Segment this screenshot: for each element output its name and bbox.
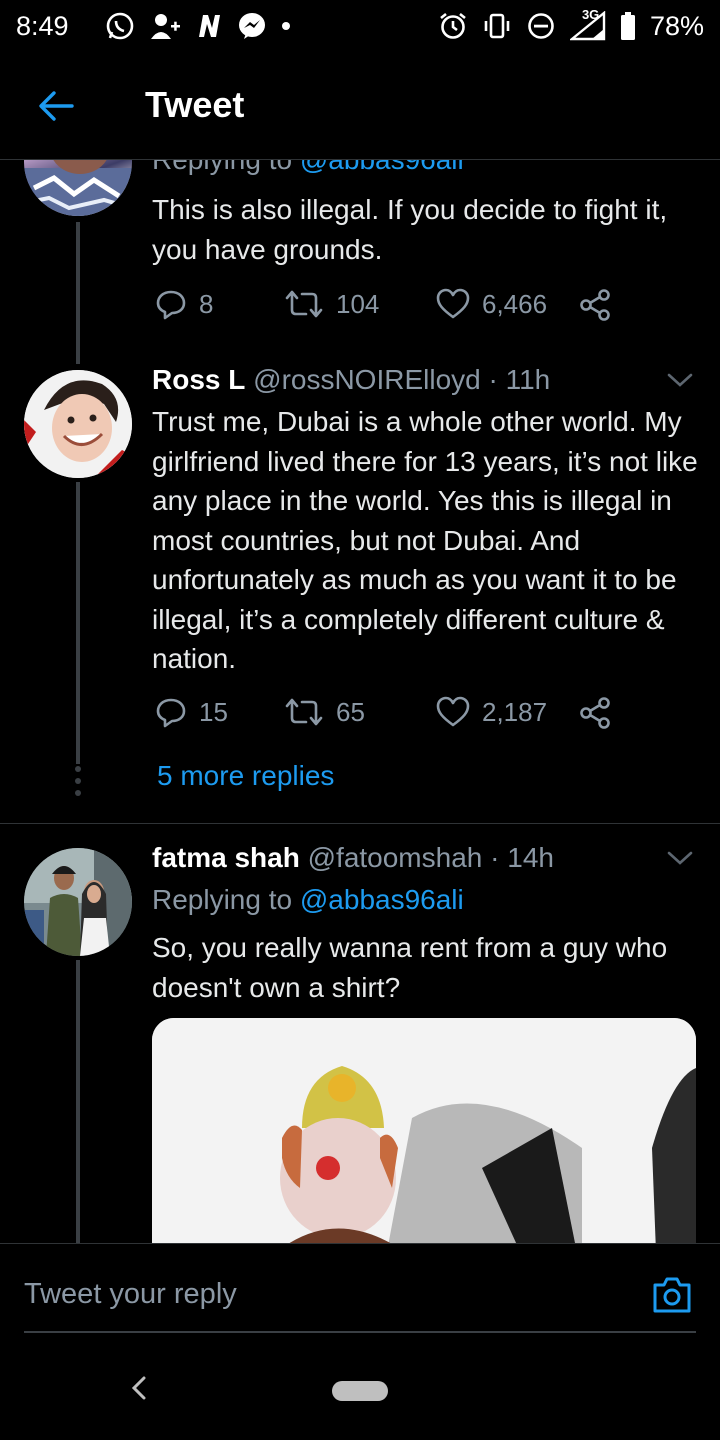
divider: [0, 823, 720, 824]
retweet-button[interactable]: 104: [284, 288, 379, 320]
tweet-actions: 8 104 6,466: [152, 288, 632, 328]
display-name[interactable]: Ross L: [152, 364, 245, 395]
tweet-text: So, you really wanna rent from a guy who…: [152, 932, 668, 1003]
system-nav-bar: [0, 1336, 720, 1440]
app-bar: Tweet: [0, 52, 720, 160]
tweet-thread[interactable]: Replying to @abbas96ali This is also ill…: [0, 160, 720, 1243]
signal-icon: 3G: [569, 7, 606, 41]
thread-line: [76, 482, 80, 764]
n-app-icon: [195, 12, 223, 40]
retweet-count: 65: [336, 696, 365, 727]
add-user-icon: [149, 11, 181, 41]
nav-back-icon[interactable]: [128, 1374, 150, 1402]
reply-input-underline: [24, 1331, 696, 1333]
alarm-icon: [438, 11, 468, 41]
status-bar: 8:49 3G 78%: [0, 0, 720, 52]
reply-composer[interactable]: Tweet your reply: [0, 1243, 720, 1335]
replying-prefix: Replying to: [152, 160, 292, 175]
tweet-header: Ross L @rossNOIRElloyd · 11h: [152, 364, 550, 396]
reply-count: 8: [199, 288, 214, 319]
like-count: 2,187: [482, 696, 548, 727]
retweet-button[interactable]: 65: [284, 696, 365, 728]
tweet-image[interactable]: [152, 1018, 696, 1243]
like-button[interactable]: 6,466: [436, 288, 547, 320]
retweet-icon: [285, 290, 323, 318]
heart-icon: [436, 288, 470, 319]
status-time: 8:49: [16, 10, 69, 41]
replying-prefix: Replying to: [152, 884, 293, 915]
reply-icon: [156, 290, 186, 320]
retweet-icon: [285, 698, 323, 726]
do-not-disturb-icon: [526, 11, 556, 41]
reply-count: 15: [199, 696, 228, 727]
page-title: Tweet: [145, 84, 245, 125]
whatsapp-icon: [105, 11, 135, 41]
avatar[interactable]: [24, 848, 132, 956]
tweet-text: Trust me, Dubai is a whole other world. …: [152, 406, 698, 674]
like-button[interactable]: 2,187: [436, 696, 547, 728]
replying-to: Replying to @abbas96ali: [152, 160, 464, 176]
home-pill[interactable]: [332, 1381, 388, 1401]
share-icon: [580, 697, 610, 729]
heart-icon: [436, 696, 470, 727]
reply-button[interactable]: 8: [155, 288, 213, 320]
reply-input[interactable]: Tweet your reply: [24, 1278, 237, 1311]
user-handle[interactable]: @rossNOIRElloyd: [253, 364, 481, 395]
display-name[interactable]: fatma shah: [152, 842, 300, 873]
avatar[interactable]: [24, 370, 132, 478]
camera-icon[interactable]: [651, 1275, 693, 1315]
share-button[interactable]: [578, 696, 612, 730]
status-bar-left: 8:49: [16, 11, 291, 42]
chevron-down-icon[interactable]: [666, 844, 694, 872]
tweet-actions: 15 65 2,187: [152, 696, 632, 736]
battery-icon: [620, 11, 636, 41]
like-count: 6,466: [482, 288, 548, 319]
battery-percent: 78%: [649, 10, 704, 41]
tweet-time: · 14h: [490, 842, 554, 873]
mention-link[interactable]: @abbas96ali: [300, 160, 464, 175]
thread-dots: [74, 766, 82, 802]
replying-to: Replying to @abbas96ali: [152, 884, 464, 916]
user-handle[interactable]: @fatoomshah: [308, 842, 483, 873]
avatar[interactable]: [24, 160, 132, 216]
vibrate-icon: [482, 11, 512, 41]
back-arrow-icon[interactable]: [36, 86, 76, 126]
status-bar-right: 3G 78%: [438, 7, 704, 42]
dot-icon: [281, 21, 291, 31]
thread-line: [76, 222, 80, 364]
retweet-count: 104: [336, 288, 380, 319]
thread-line: [76, 960, 80, 1243]
messenger-icon: [237, 11, 267, 41]
share-icon: [580, 289, 610, 321]
share-button[interactable]: [578, 288, 612, 322]
reply-icon: [156, 698, 186, 728]
mention-link[interactable]: @abbas96ali: [300, 884, 464, 915]
more-replies-link[interactable]: 5 more replies: [157, 760, 334, 792]
tweet-text: This is also illegal. If you decide to f…: [152, 194, 668, 265]
tweet-header: fatma shah @fatoomshah · 14h: [152, 842, 554, 874]
chevron-down-icon[interactable]: [666, 366, 694, 394]
tweet-time: · 11h: [488, 364, 551, 395]
network-label: 3G: [581, 7, 600, 22]
reply-button[interactable]: 15: [155, 696, 228, 728]
